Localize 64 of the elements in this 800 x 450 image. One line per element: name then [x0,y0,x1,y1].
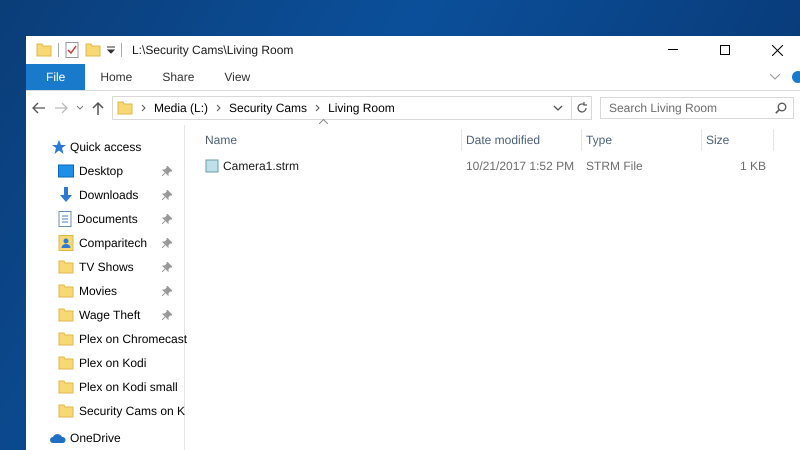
column-header[interactable]: Size [702,129,774,151]
sidebar-item[interactable]: Comparitech [26,231,184,255]
sidebar-item[interactable]: Documents [26,207,184,231]
quick-access-item[interactable]: Quick access [26,135,148,159]
contact-folder-icon [58,235,74,251]
address-dropdown-icon[interactable] [553,105,563,111]
sort-ascending-icon [319,119,328,124]
folder-icon [36,43,52,57]
search-icon[interactable] [775,102,787,114]
back-button[interactable] [32,102,46,114]
file-icon [205,159,219,173]
sidebar-item[interactable]: Wage Theft [26,303,184,327]
minimize-icon [668,49,678,51]
up-button[interactable] [92,101,104,115]
dropdown-icon[interactable] [107,46,115,54]
close-icon [772,44,782,56]
onedrive-item[interactable]: OneDrive [26,431,127,445]
breadcrumb[interactable]: Living Room [328,101,395,115]
ribbon-tab[interactable]: Home [85,64,148,90]
chevron-icon [216,104,222,112]
folder-icon [58,260,74,274]
ribbon-tab[interactable]: File [26,64,86,90]
refresh-icon [576,102,588,114]
folder-icon [117,101,133,115]
folder-icon [58,380,74,394]
table-cell-text: 1 KB [738,159,767,173]
recent-locations-button[interactable] [76,105,84,111]
sidebar-item[interactable]: Downloads [26,183,184,207]
folder-icon [58,404,74,418]
cloud-icon [50,433,66,443]
sidebar-item[interactable]: TV Shows [26,255,184,279]
maximize-icon [720,45,730,55]
breadcrumb[interactable]: Media (L:) [154,101,208,115]
chevron-icon [141,104,146,112]
star-icon [52,140,66,154]
address-bar[interactable]: Media (L:) Security Cams Living Room [112,96,592,120]
folder-icon [58,356,74,370]
sidebar-item[interactable]: Movies [26,279,184,303]
chevron-icon [315,104,320,112]
expand-ribbon-icon[interactable] [770,74,780,80]
search-box[interactable]: Search Living Room [600,97,794,119]
column-header[interactable]: Date modified [462,129,582,151]
ribbon-tab[interactable]: View [209,64,266,90]
column-header[interactable]: Name [201,129,462,151]
document-icon [58,211,72,227]
desktop-icon [58,164,74,178]
folder-icon [58,308,74,322]
ribbon-tab[interactable]: Share [147,64,210,90]
folder-icon [58,332,74,346]
file-name-cell[interactable]: Camera1.strm [201,159,462,173]
window-title: L:\Security Cams\Living Room [132,43,294,57]
new-folder-icon [85,43,101,57]
search-field[interactable]: Search Living Room [607,100,775,116]
breadcrumb[interactable]: Security Cams [229,101,308,115]
properties-icon[interactable] [65,42,79,58]
sidebar-item[interactable]: Desktop [26,159,184,183]
sidebar-item[interactable]: Plex on Kodi [26,351,184,375]
column-header[interactable]: Type [582,129,702,151]
table-cell-text: STRM File [585,159,644,173]
sidebar-item[interactable]: Security Cams on K [26,399,184,423]
folder-icon [58,284,74,298]
table-cell-text: 10/21/2017 1:52 PM [465,159,576,173]
sidebar-item[interactable]: Plex on Kodi small [26,375,184,399]
download-arrow-icon [58,187,74,203]
